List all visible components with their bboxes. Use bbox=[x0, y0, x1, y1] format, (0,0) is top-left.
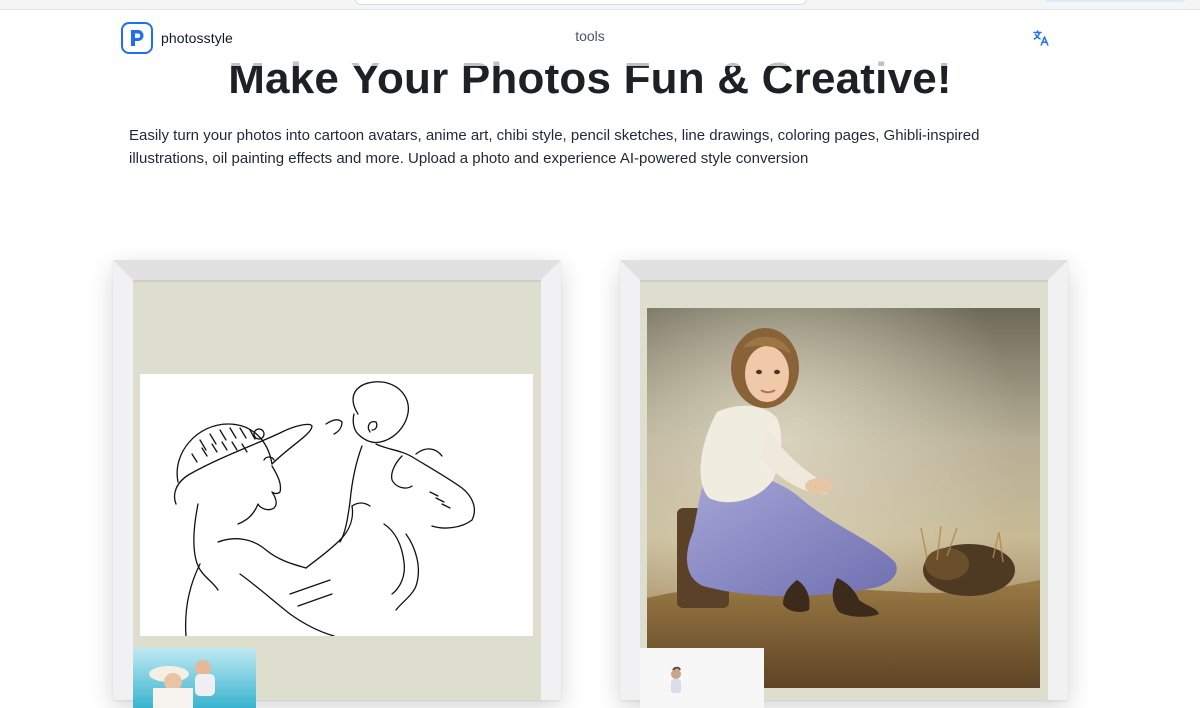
original-photo-thumbnail[interactable] bbox=[640, 648, 764, 708]
gallery-frame-oil-painting bbox=[620, 260, 1068, 708]
nav-tools-link[interactable]: tools bbox=[560, 28, 620, 44]
address-bar[interactable] bbox=[355, 0, 807, 5]
frame-inner-shadow bbox=[133, 280, 541, 283]
brand-name: photosstyle bbox=[161, 30, 233, 46]
line-drawing-artwork bbox=[140, 374, 533, 637]
oil-painting-artwork bbox=[647, 308, 1040, 688]
browser-top-strip bbox=[0, 0, 1200, 10]
translate-icon[interactable] bbox=[1032, 29, 1050, 47]
p-logo-icon bbox=[121, 22, 153, 54]
site-header: photosstyle tools bbox=[0, 10, 1200, 66]
hero-description: Easily turn your photos into cartoon ava… bbox=[129, 127, 980, 167]
gallery-frame-line-drawing bbox=[113, 260, 561, 708]
original-photo-thumbnail[interactable] bbox=[133, 648, 256, 708]
brand-link[interactable]: photosstyle bbox=[121, 22, 233, 54]
browser-action-pill[interactable] bbox=[1045, 0, 1185, 2]
frame-inner-shadow bbox=[640, 280, 1048, 283]
